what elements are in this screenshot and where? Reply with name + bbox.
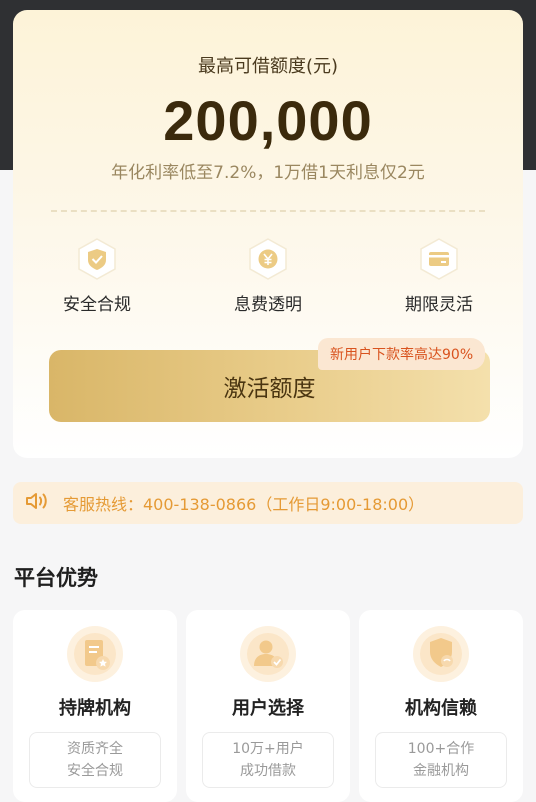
advantage-licensed: 持牌机构 资质齐全 安全合规 (13, 610, 177, 802)
section-title: 平台优势 (14, 566, 98, 590)
advantage-desc: 资质齐全 安全合规 (29, 732, 161, 788)
hotline-text: 客服热线：400-138-0866（工作日9:00-18:00） (63, 495, 425, 514)
feature-label: 息费透明 (234, 295, 302, 315)
credit-limit-title: 最高可借额度(元) (197, 56, 339, 77)
feature-label: 期限灵活 (405, 295, 473, 315)
advantage-desc-line: 成功借款 (240, 763, 296, 779)
advantage-user-choice: 用户选择 10万+用户 成功借款 (186, 610, 350, 802)
advantage-title: 机构信赖 (405, 698, 477, 719)
speaker-icon (25, 491, 63, 515)
credit-card: 最高可借额度(元) 200,000 年化利率低至7.2%，1万借1天利息仅2元 … (13, 10, 523, 458)
yen-icon (248, 238, 288, 280)
advantage-desc: 10万+用户 成功借款 (202, 732, 334, 788)
advantage-desc-line: 资质齐全 (67, 741, 123, 757)
feature-security: 安全合规 (37, 238, 157, 315)
feature-transparent-fee: 息费透明 (208, 238, 328, 315)
feature-flexible-term: 期限灵活 (379, 238, 499, 315)
advantage-title: 用户选择 (232, 698, 304, 719)
divider (51, 210, 485, 212)
customer-hotline-bar[interactable]: 客服热线：400-138-0866（工作日9:00-18:00） (13, 482, 523, 524)
feature-label: 安全合规 (63, 295, 131, 315)
license-icon (65, 624, 125, 684)
advantage-desc-line: 金融机构 (413, 763, 469, 779)
advantage-desc-line: 100+合作 (407, 741, 475, 757)
shield-check-icon (77, 238, 117, 280)
advantage-trusted: 机构信赖 100+合作 金融机构 (359, 610, 523, 802)
credit-amount: 200,000 (163, 89, 373, 152)
advantage-desc: 100+合作 金融机构 (375, 732, 507, 788)
card-icon (419, 238, 459, 280)
rate-text: 年化利率低至7.2%，1万借1天利息仅2元 (111, 163, 425, 183)
advantage-desc-line: 安全合规 (67, 763, 123, 779)
promo-badge: 新用户下款率高达90% (318, 338, 486, 370)
advantage-desc-line: 10万+用户 (232, 741, 304, 757)
handshake-shield-icon (411, 624, 471, 684)
user-check-icon (238, 624, 298, 684)
advantage-title: 持牌机构 (59, 698, 131, 719)
